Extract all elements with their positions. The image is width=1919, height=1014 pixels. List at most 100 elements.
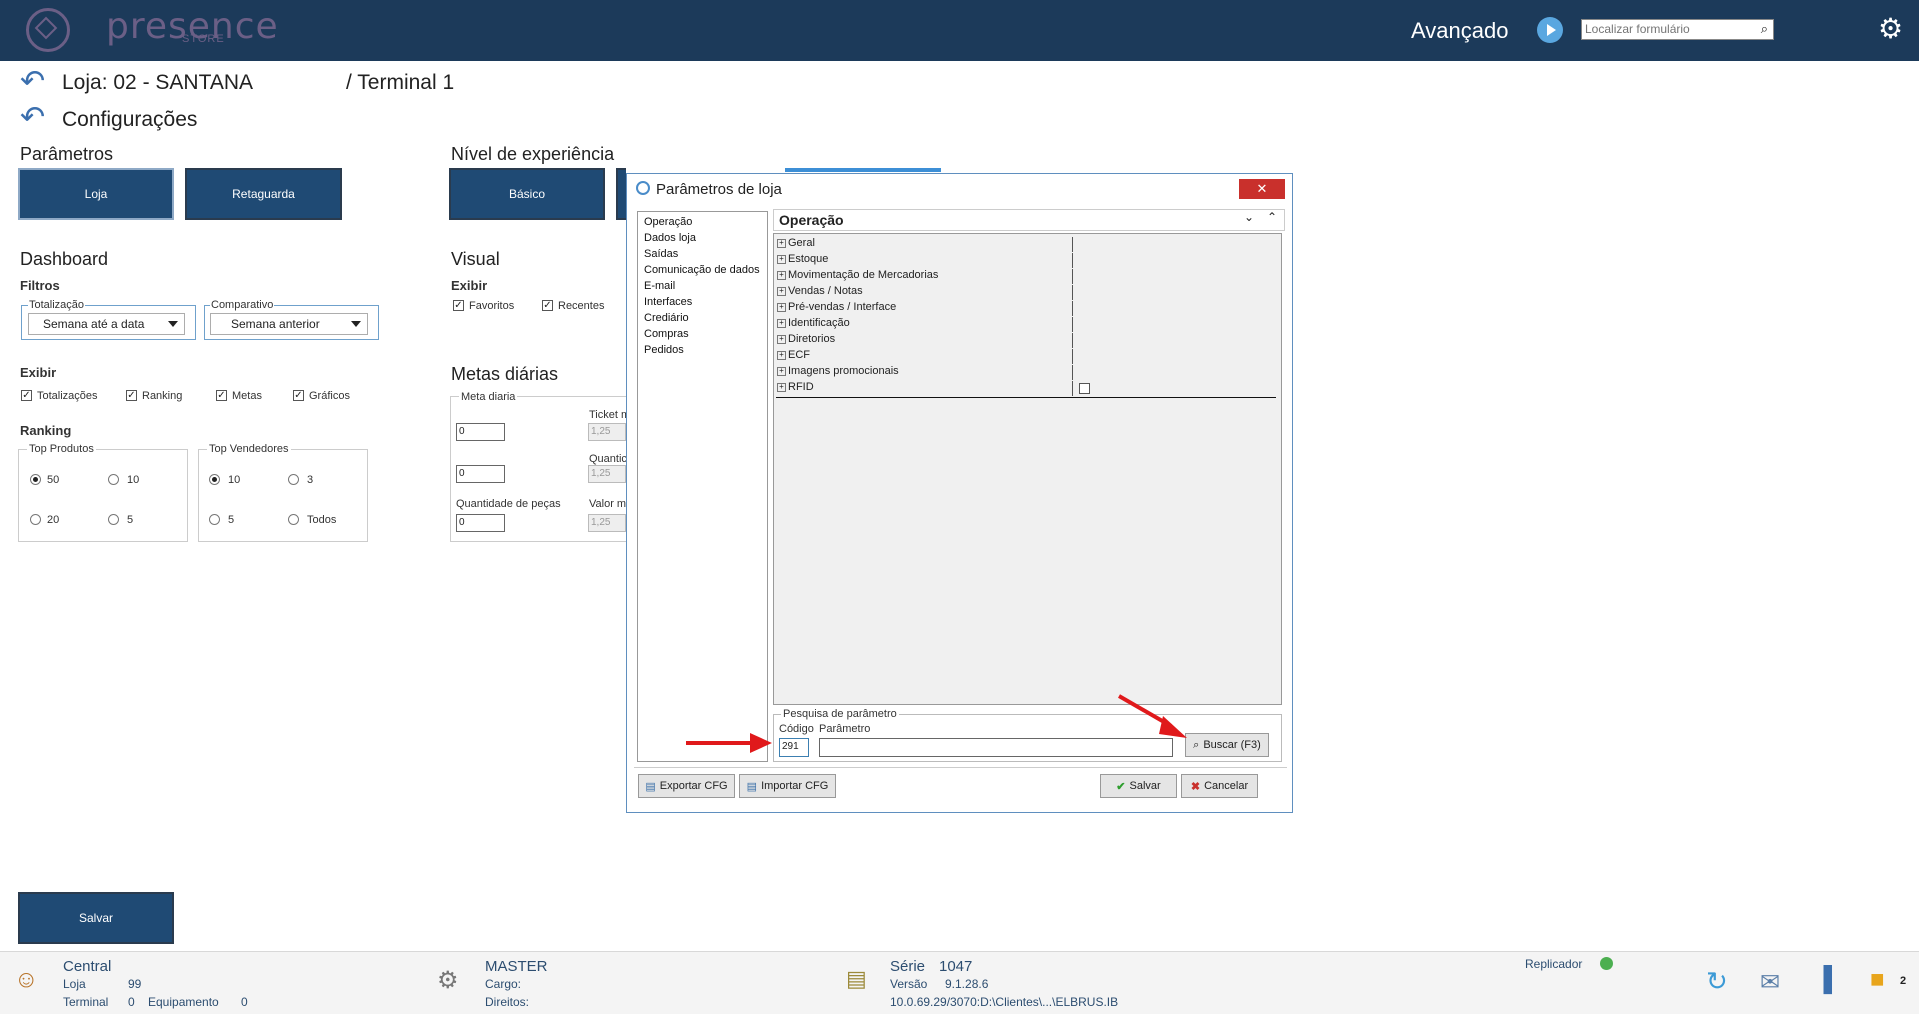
category-item[interactable]: E-mail xyxy=(644,278,761,294)
salvar-label: Salvar xyxy=(1129,780,1161,792)
radio-vendedores-5[interactable] xyxy=(209,514,220,525)
avancado-button[interactable] xyxy=(785,168,941,172)
expand-icon[interactable]: + xyxy=(777,270,786,280)
expand-icon[interactable]: + xyxy=(777,366,786,376)
parametro-label: Parâmetro xyxy=(819,723,871,735)
dialog-salvar-button[interactable]: ✔ Salvar xyxy=(1100,774,1177,798)
cancelar-label: Cancelar xyxy=(1204,780,1249,792)
row-label: Geral xyxy=(788,237,815,249)
chevron-down-icon[interactable] xyxy=(351,321,361,327)
db-path: 10.0.69.29/3070:D:\Clientes\...\ELBRUS.I… xyxy=(890,995,1119,1009)
radio-produtos-10[interactable] xyxy=(108,474,119,485)
retaguarda-button[interactable]: Retaguarda xyxy=(185,168,342,220)
grid-row[interactable]: + Vendas / Notas xyxy=(776,285,1276,302)
top-vendedores-group xyxy=(198,449,368,542)
play-icon[interactable] xyxy=(1537,17,1563,43)
meta-value-field[interactable]: 0 xyxy=(456,423,505,441)
ranking-title: Ranking xyxy=(20,423,72,438)
expand-icon[interactable]: + xyxy=(777,254,786,264)
expand-icon[interactable]: + xyxy=(777,382,786,392)
radio-vendedores-10[interactable] xyxy=(209,474,220,485)
radio-vendedores-todos[interactable] xyxy=(288,514,299,525)
cancelar-button[interactable]: ✖ Cancelar xyxy=(1181,774,1258,798)
category-item[interactable]: Saídas xyxy=(644,246,761,262)
importar-cfg-button[interactable]: ▤ Importar CFG xyxy=(739,774,836,798)
quantidade-field[interactable]: 1,25 xyxy=(588,465,626,483)
grid-row[interactable]: + Estoque xyxy=(776,253,1276,270)
expand-icon[interactable]: + xyxy=(777,334,786,344)
save-button[interactable]: Salvar xyxy=(18,892,174,944)
mode-label[interactable]: Avançado xyxy=(1411,18,1508,44)
category-item[interactable]: Dados loja xyxy=(644,230,761,246)
grid-row[interactable]: + Movimentação de Mercadorias xyxy=(776,269,1276,286)
chat-icon[interactable]: ■ xyxy=(1870,966,1885,994)
category-item[interactable]: Interfaces xyxy=(644,294,761,310)
category-item[interactable]: Comunicação de dados xyxy=(644,262,761,278)
exportar-cfg-button[interactable]: ▤ Exportar CFG xyxy=(638,774,735,798)
comparativo-select[interactable]: Semana anterior xyxy=(210,313,368,335)
radio-label: 50 xyxy=(47,474,60,486)
user-settings-icon: ⚙ xyxy=(437,967,459,994)
expand-icon[interactable]: + xyxy=(777,350,786,360)
search-input[interactable] xyxy=(1582,20,1748,38)
grid-row[interactable]: + RFID xyxy=(776,381,1276,398)
radio-produtos-20[interactable] xyxy=(30,514,41,525)
grid-row[interactable]: + ECF xyxy=(776,349,1276,366)
codigo-input[interactable]: 291 xyxy=(779,738,809,757)
radio-produtos-50[interactable] xyxy=(30,474,41,485)
totalizacao-label: Totalização xyxy=(28,299,86,311)
expand-icon[interactable]: + xyxy=(777,238,786,248)
graficos-checkbox[interactable]: ✓ xyxy=(293,390,304,401)
intermediario-button[interactable] xyxy=(616,168,626,220)
category-item[interactable]: Compras xyxy=(644,326,761,342)
valor-field[interactable]: 1,25 xyxy=(588,514,626,532)
rfid-checkbox[interactable] xyxy=(1079,383,1090,394)
app-icon xyxy=(636,181,650,195)
radio-label: 20 xyxy=(47,514,60,526)
grid-row[interactable]: + Imagens promocionais xyxy=(776,365,1276,382)
expand-icon[interactable]: + xyxy=(777,286,786,296)
search-form-box[interactable]: ⌕ xyxy=(1581,19,1774,40)
ticket-field[interactable]: 1,25 xyxy=(588,423,626,441)
search-icon[interactable]: ⌕ xyxy=(1761,21,1768,37)
chevron-down-icon[interactable] xyxy=(168,321,178,327)
category-item[interactable]: Pedidos xyxy=(644,342,761,358)
notification-count: 2 xyxy=(1900,975,1907,987)
radio-produtos-5[interactable] xyxy=(108,514,119,525)
row-label: Vendas / Notas xyxy=(788,285,863,297)
grid-row[interactable]: + Pré-vendas / Interface xyxy=(776,301,1276,318)
grid-row[interactable]: + Diretorios xyxy=(776,333,1276,350)
buscar-button[interactable]: ⌕ Buscar (F3) xyxy=(1185,733,1269,757)
meta-qtd-field[interactable]: 0 xyxy=(456,465,505,483)
category-item[interactable]: Crediário xyxy=(644,310,761,326)
radio-vendedores-3[interactable] xyxy=(288,474,299,485)
metas-checkbox[interactable]: ✓ xyxy=(216,390,227,401)
totalizacoes-checkbox[interactable]: ✓ xyxy=(21,390,32,401)
expand-icon[interactable]: + xyxy=(777,302,786,312)
category-item[interactable]: Operação xyxy=(644,214,761,230)
gear-icon[interactable]: ⚙ xyxy=(1878,12,1903,45)
collapse-all-icon[interactable]: ⌃ xyxy=(1267,210,1277,224)
grid-row[interactable]: + Geral xyxy=(776,237,1276,254)
loja-button[interactable]: Loja xyxy=(18,168,174,220)
back-arrow-icon[interactable]: ↶ xyxy=(20,100,45,135)
totalizacao-select[interactable]: Semana até a data xyxy=(28,313,185,335)
mail-icon[interactable]: ✉ xyxy=(1760,968,1780,997)
bar-chart-icon[interactable]: ▐ xyxy=(1815,966,1832,994)
sync-icon[interactable]: ↻ xyxy=(1706,966,1728,997)
ranking-checkbox[interactable]: ✓ xyxy=(126,390,137,401)
basico-button[interactable]: Básico xyxy=(449,168,605,220)
favoritos-checkbox[interactable]: ✓ xyxy=(453,300,464,311)
back-arrow-icon[interactable]: ↶ xyxy=(20,64,45,99)
qtd-pecas-field[interactable]: 0 xyxy=(456,514,505,532)
page-title: Configurações xyxy=(62,108,198,131)
row-label: RFID xyxy=(788,381,814,393)
close-button[interactable]: ✕ xyxy=(1239,179,1285,199)
section-title: Operação xyxy=(779,212,844,228)
replicador-label: Replicador xyxy=(1525,957,1583,971)
expand-all-icon[interactable]: ⌄ xyxy=(1244,210,1254,224)
recentes-checkbox[interactable]: ✓ xyxy=(542,300,553,311)
expand-icon[interactable]: + xyxy=(777,318,786,328)
grid-row[interactable]: + Identificação xyxy=(776,317,1276,334)
export-icon: ▤ xyxy=(645,780,656,793)
